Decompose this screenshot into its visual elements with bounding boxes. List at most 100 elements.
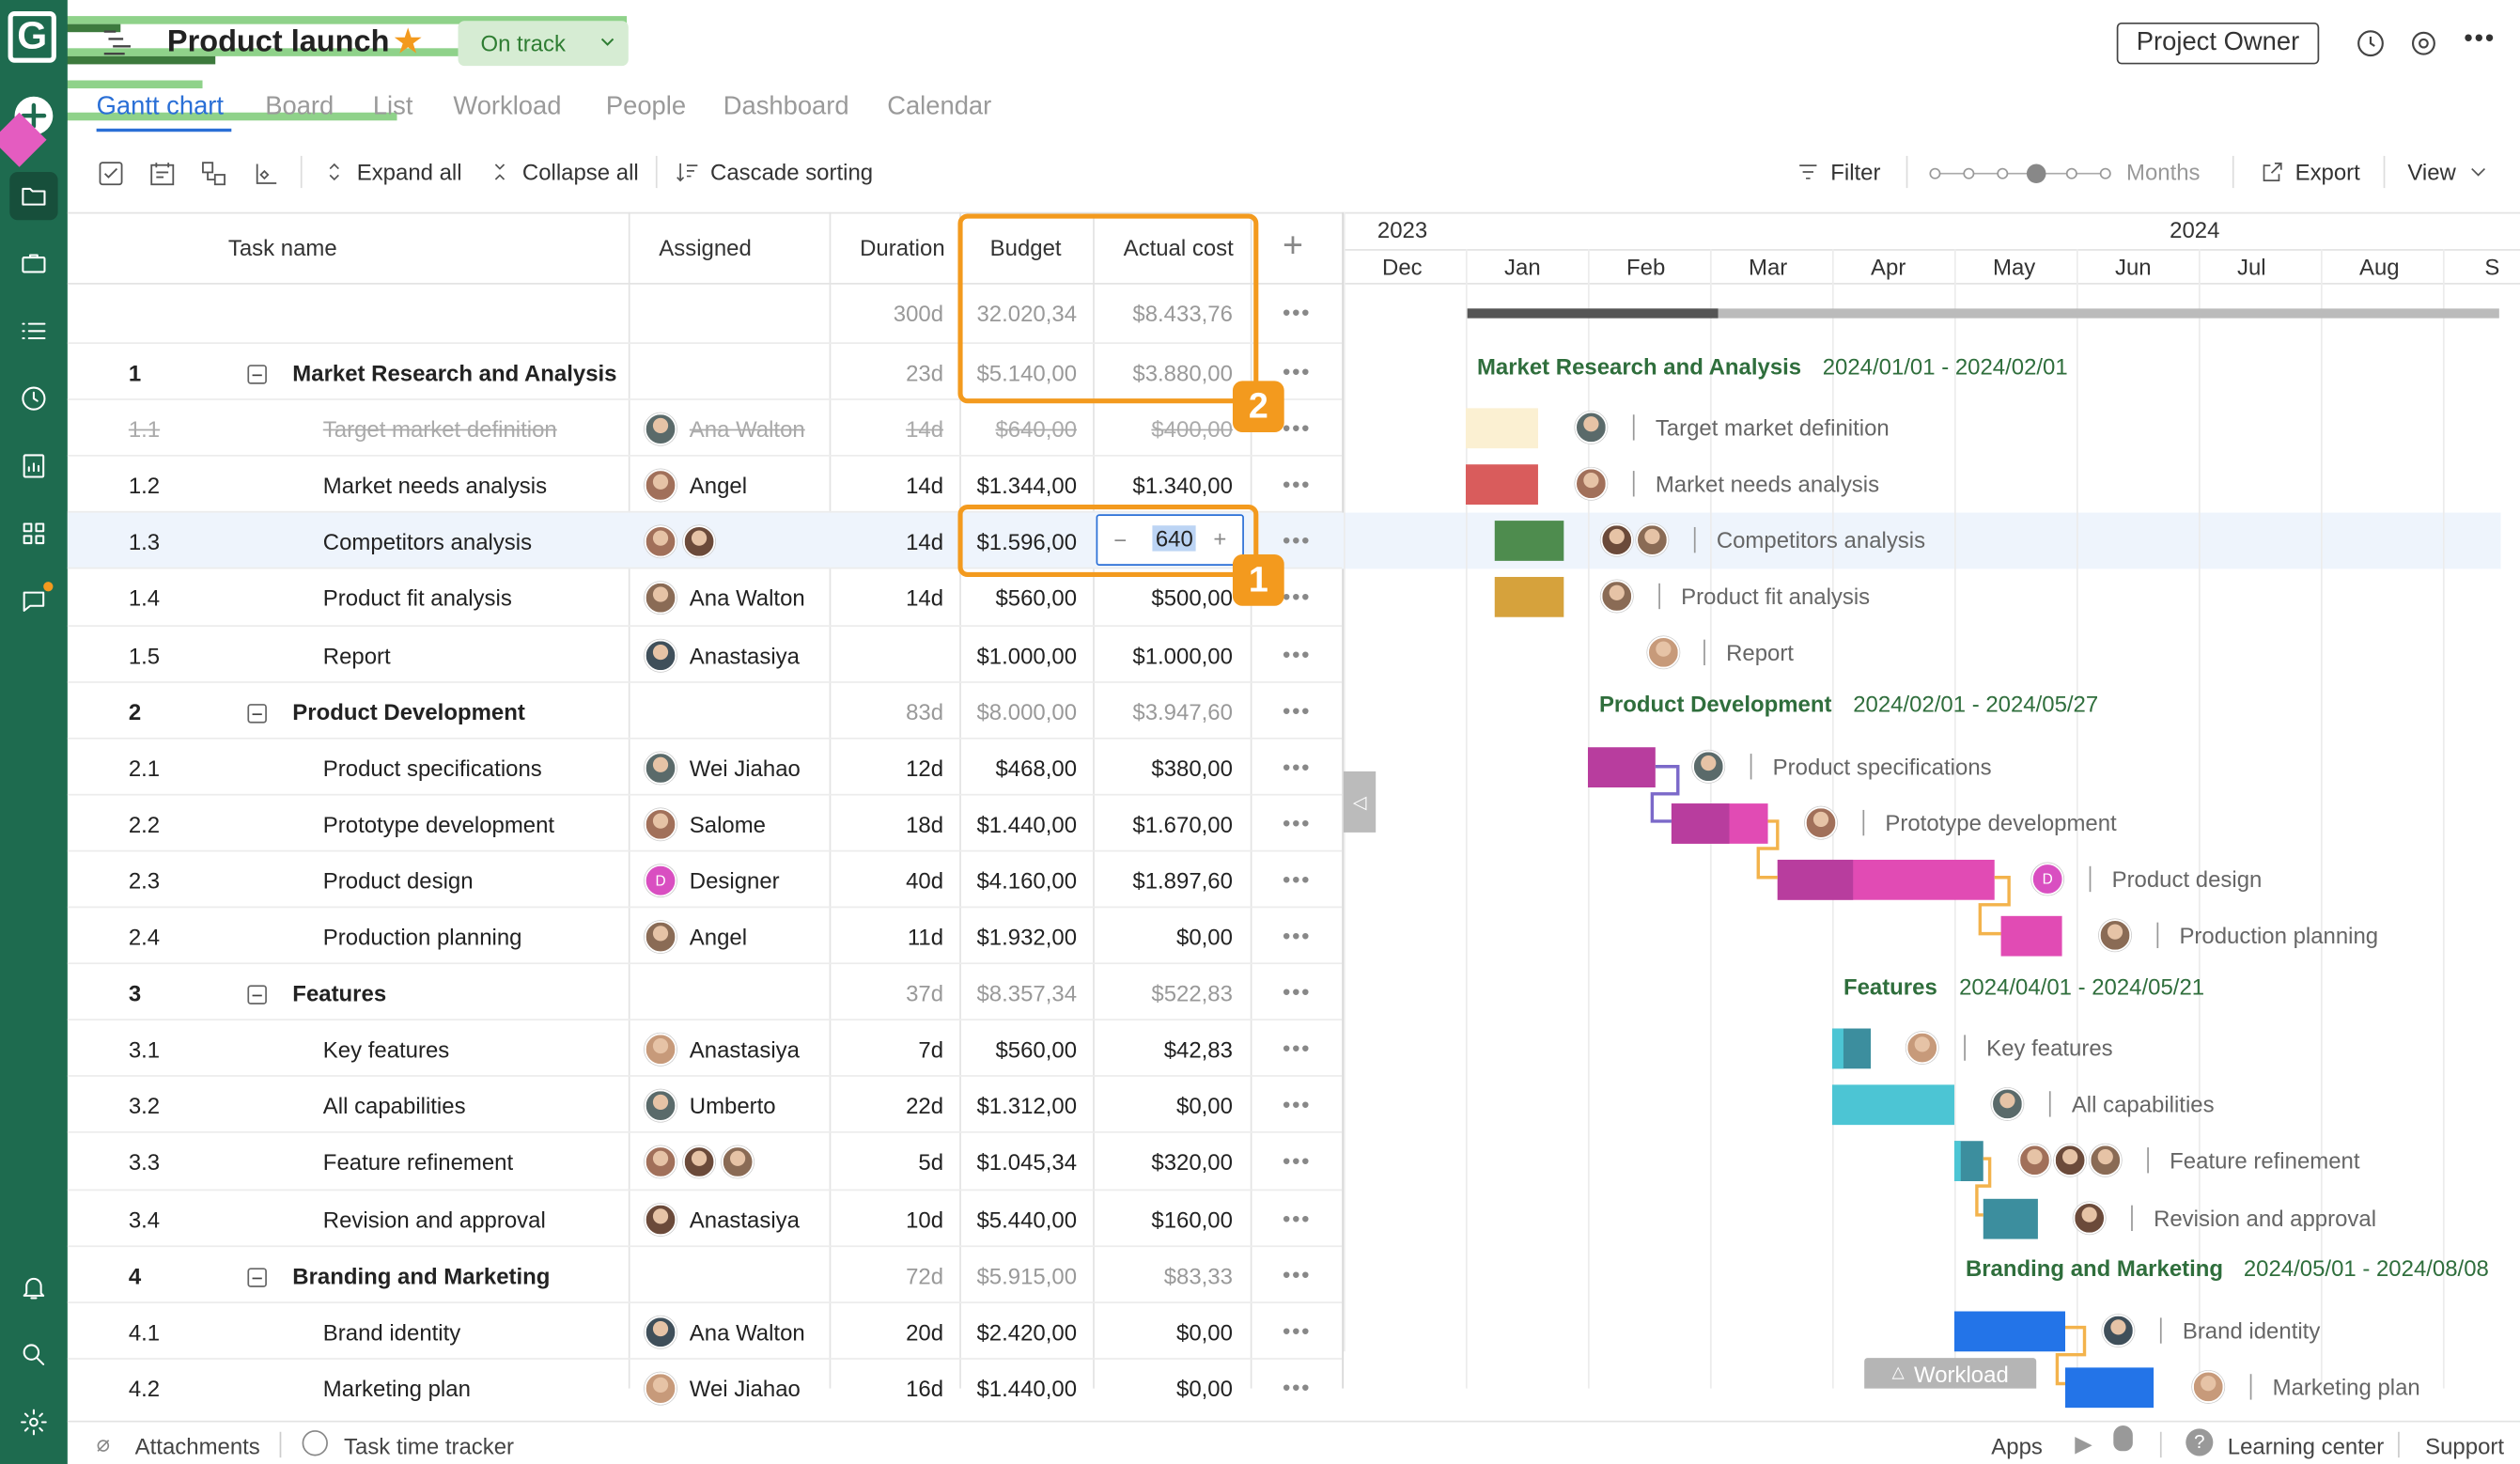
- row-menu-icon[interactable]: •••: [1283, 641, 1311, 666]
- tab-calendar[interactable]: Calendar: [887, 93, 991, 122]
- row-menu-icon[interactable]: •••: [1283, 358, 1311, 383]
- portfolio-briefcase-icon[interactable]: [9, 240, 57, 288]
- chat-icon[interactable]: [9, 577, 57, 625]
- support-link[interactable]: Support: [2425, 1433, 2504, 1458]
- task-bar[interactable]: [1831, 1028, 1872, 1069]
- add-task-icon[interactable]: [148, 159, 177, 195]
- project-owner-button[interactable]: Project Owner: [2116, 22, 2320, 65]
- learning-help-icon[interactable]: ?: [2186, 1428, 2214, 1456]
- row-menu-icon[interactable]: •••: [1283, 697, 1311, 723]
- search-icon[interactable]: [9, 1331, 57, 1378]
- task-bar[interactable]: [1587, 746, 1656, 787]
- task-name[interactable]: Production planning: [323, 924, 522, 949]
- task-name[interactable]: All capabilities: [323, 1093, 466, 1118]
- row-menu-icon[interactable]: •••: [1283, 1261, 1311, 1286]
- task-name[interactable]: Branding and Marketing: [292, 1263, 550, 1288]
- task-name[interactable]: Marketing plan: [323, 1376, 471, 1401]
- notifications-bell-icon[interactable]: [9, 1263, 57, 1311]
- header-assigned[interactable]: Assigned: [659, 235, 752, 260]
- row-menu-icon[interactable]: •••: [1283, 979, 1311, 1005]
- tab-workload[interactable]: Workload: [453, 93, 561, 122]
- task-name[interactable]: Prototype development: [323, 811, 554, 836]
- cascade-sorting-button[interactable]: Cascade sorting: [675, 159, 873, 185]
- collapse-panel-handle[interactable]: ◁: [1343, 771, 1377, 833]
- task-bar[interactable]: [2000, 915, 2062, 957]
- expand-all-button[interactable]: Expand all: [321, 159, 462, 185]
- task-name[interactable]: Market Research and Analysis: [292, 360, 616, 385]
- row-menu-icon[interactable]: •••: [1283, 1317, 1311, 1343]
- time-tracker-icon[interactable]: [302, 1430, 328, 1456]
- add-column-button[interactable]: +: [1283, 225, 1303, 266]
- task-name[interactable]: Feature refinement: [323, 1149, 513, 1175]
- row-menu-icon[interactable]: •••: [1283, 810, 1311, 835]
- list-icon[interactable]: [9, 307, 57, 355]
- attachments-icon[interactable]: ⌀: [97, 1430, 110, 1457]
- collapse-all-button[interactable]: Collapse all: [487, 159, 639, 185]
- zoom-slider[interactable]: [1929, 163, 2112, 185]
- add-subtask-icon[interactable]: [199, 159, 228, 195]
- task-bar[interactable]: [1465, 408, 1538, 449]
- row-menu-icon[interactable]: •••: [1283, 923, 1311, 948]
- task-bar[interactable]: [1953, 1141, 1983, 1182]
- row-menu-icon[interactable]: •••: [1283, 471, 1311, 496]
- filter-button[interactable]: Filter: [1796, 159, 1880, 185]
- export-button[interactable]: Export: [2260, 159, 2360, 185]
- task-name[interactable]: Revision and approval: [323, 1207, 546, 1232]
- row-menu-icon[interactable]: •••: [1283, 754, 1311, 779]
- collapse-group-icon[interactable]: [247, 985, 267, 1005]
- row-menu-icon[interactable]: •••: [1283, 1036, 1311, 1061]
- view-dropdown[interactable]: View: [2407, 159, 2491, 185]
- project-title[interactable]: Product launch: [167, 25, 390, 61]
- reports-icon[interactable]: [9, 442, 57, 490]
- group-bar-title[interactable]: Product Development: [1599, 691, 1832, 716]
- apps-grid-icon[interactable]: [9, 509, 57, 557]
- group-bar-title[interactable]: Branding and Marketing: [1966, 1255, 2223, 1281]
- more-options-icon[interactable]: •••: [2464, 25, 2496, 55]
- collapse-group-icon[interactable]: [247, 1267, 267, 1287]
- time-tracker-link[interactable]: Task time tracker: [344, 1433, 514, 1458]
- collapse-group-icon[interactable]: [247, 703, 267, 723]
- task-name[interactable]: Features: [292, 980, 386, 1005]
- tab-dashboard[interactable]: Dashboard: [723, 93, 849, 122]
- task-bar[interactable]: [1494, 521, 1564, 562]
- clock-icon[interactable]: [9, 374, 57, 422]
- task-name[interactable]: Product fit analysis: [323, 585, 512, 611]
- header-duration[interactable]: Duration: [860, 235, 945, 260]
- tab-list[interactable]: List: [373, 93, 413, 122]
- task-bar[interactable]: [1671, 802, 1768, 844]
- row-menu-icon[interactable]: •••: [1283, 866, 1311, 892]
- task-bar[interactable]: [1953, 1310, 2065, 1351]
- task-bar[interactable]: [1983, 1197, 2038, 1238]
- play-store-icon[interactable]: ▶: [2075, 1430, 2092, 1457]
- workload-panel-tab[interactable]: △ Workload: [1864, 1358, 2037, 1389]
- apps-link[interactable]: Apps: [1991, 1433, 2043, 1458]
- task-name[interactable]: Product Development: [292, 698, 525, 724]
- projects-folder-icon[interactable]: [9, 171, 58, 221]
- task-bar[interactable]: [1465, 464, 1538, 506]
- settings-gear-icon[interactable]: [9, 1398, 57, 1446]
- row-menu-icon[interactable]: •••: [1283, 299, 1311, 324]
- project-settings-gear-icon[interactable]: [2407, 27, 2439, 68]
- task-name[interactable]: Competitors analysis: [323, 529, 532, 554]
- task-name[interactable]: Product specifications: [323, 755, 542, 780]
- tab-gantt-chart[interactable]: Gantt chart: [97, 93, 224, 122]
- row-menu-icon[interactable]: •••: [1283, 527, 1311, 553]
- attachments-link[interactable]: Attachments: [135, 1433, 260, 1458]
- row-menu-icon[interactable]: •••: [1283, 414, 1311, 440]
- row-menu-icon[interactable]: •••: [1283, 1092, 1311, 1117]
- status-dropdown[interactable]: On track: [458, 21, 629, 67]
- row-menu-icon[interactable]: •••: [1283, 1205, 1311, 1230]
- task-name[interactable]: Key features: [323, 1036, 449, 1062]
- group-bar-title[interactable]: Features: [1843, 973, 1937, 999]
- history-icon[interactable]: [2355, 27, 2387, 68]
- header-task-name[interactable]: Task name: [228, 235, 337, 260]
- favorite-star-icon[interactable]: ★: [392, 23, 424, 60]
- collapse-group-icon[interactable]: [247, 365, 267, 384]
- row-menu-icon[interactable]: •••: [1283, 584, 1311, 609]
- apple-store-icon[interactable]: [2113, 1425, 2133, 1452]
- app-logo[interactable]: G: [8, 10, 56, 63]
- task-name[interactable]: Brand identity: [323, 1319, 460, 1345]
- group-bar-title[interactable]: Market Research and Analysis: [1477, 353, 1801, 379]
- task-name[interactable]: Report: [323, 642, 391, 667]
- row-menu-icon[interactable]: •••: [1283, 1374, 1311, 1399]
